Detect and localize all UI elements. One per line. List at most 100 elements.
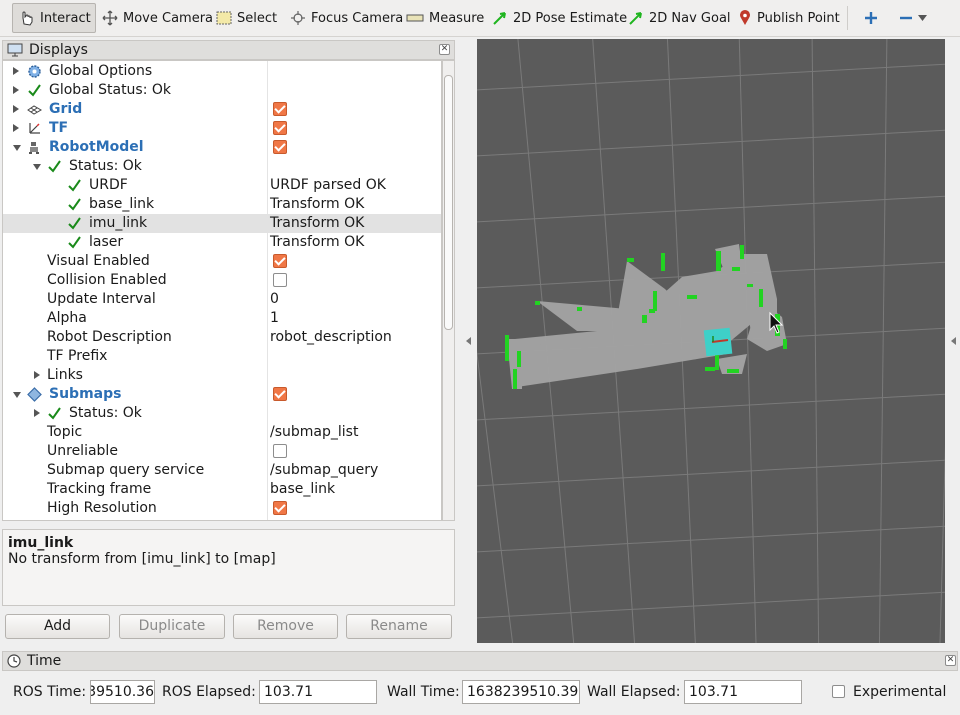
collapse-arrow-icon[interactable]	[33, 164, 41, 170]
unreliable-checkbox[interactable]	[273, 444, 287, 458]
high-resolution-checkbox[interactable]	[273, 501, 287, 515]
measure-tool-label: Measure	[429, 10, 485, 26]
ros-time-field[interactable]: 39510.36	[90, 680, 155, 704]
rename-display-button[interactable]: Rename	[346, 614, 452, 639]
displays-panel-header: Displays	[2, 40, 455, 60]
submaps-enabled-checkbox[interactable]	[273, 387, 287, 401]
tree-row-robot-description[interactable]: Robot Description robot_description	[3, 328, 441, 347]
collision-enabled-checkbox[interactable]	[273, 273, 287, 287]
tree-row-name: laser	[89, 234, 124, 250]
displays-scrollbar[interactable]	[442, 60, 455, 521]
tree-row-collision-enabled[interactable]: Collision Enabled	[3, 271, 441, 290]
experimental-label: Experimental	[853, 684, 947, 700]
tree-row-value[interactable]: /submap_query	[270, 461, 378, 480]
wall-elapsed-field[interactable]: 103.71	[684, 680, 802, 704]
tree-row-value: Transform OK	[270, 196, 365, 212]
tree-row-laser[interactable]: laser Transform OK	[3, 233, 441, 252]
tree-row-unreliable[interactable]: Unreliable	[3, 442, 441, 461]
tree-row-base-link[interactable]: base_link Transform OK	[3, 195, 441, 214]
tree-row-global-options[interactable]: Global Options	[3, 62, 441, 81]
checkmark-icon	[68, 179, 81, 192]
clock-icon	[7, 654, 21, 668]
pose-estimate-tool-button[interactable]: 2D Pose Estimate	[486, 3, 633, 33]
tree-row-name: Topic	[47, 424, 83, 440]
publish-point-tool-button[interactable]: Publish Point	[732, 3, 846, 33]
duplicate-display-button[interactable]: Duplicate	[119, 614, 225, 639]
tree-row-submap-query-service[interactable]: Submap query service /submap_query	[3, 461, 441, 480]
focus-camera-tool-button[interactable]: Focus Camera	[284, 3, 409, 33]
tree-row-name: URDF	[89, 177, 128, 193]
robot-icon	[29, 142, 39, 154]
collapse-arrow-icon[interactable]	[13, 145, 21, 151]
ros-elapsed-field[interactable]: 103.71	[259, 680, 377, 704]
add-display-button[interactable]: Add	[5, 614, 110, 639]
tree-row-imu-link[interactable]: imu_link Transform OK	[3, 214, 441, 233]
tree-row-tf-prefix[interactable]: TF Prefix	[3, 347, 441, 366]
nav-goal-tool-button[interactable]: 2D Nav Goal	[622, 3, 737, 33]
expand-arrow-icon[interactable]	[34, 409, 40, 417]
tree-row-value[interactable]: 0	[270, 290, 279, 309]
tree-row-value[interactable]: base_link	[270, 480, 335, 499]
nav-goal-tool-label: 2D Nav Goal	[649, 10, 731, 26]
scrollbar-thumb[interactable]	[444, 75, 453, 330]
tree-row-value: Transform OK	[270, 215, 365, 231]
close-time-panel-button[interactable]: ✕	[945, 655, 956, 666]
ros-time-label: ROS Time:	[13, 684, 87, 700]
tree-row-value[interactable]: 1	[270, 309, 279, 328]
interact-tool-button[interactable]: Interact	[12, 3, 96, 33]
tree-row-robot-status[interactable]: Status: Ok	[3, 157, 441, 176]
tree-row-alpha[interactable]: Alpha 1	[3, 309, 441, 328]
collapse-arrow-icon[interactable]	[13, 392, 21, 398]
green-arrow-icon	[629, 12, 642, 25]
scene-canvas	[477, 39, 945, 643]
tree-row-name: TF Prefix	[47, 348, 108, 364]
ros-elapsed-label: ROS Elapsed:	[162, 684, 256, 700]
expand-arrow-icon[interactable]	[13, 105, 19, 113]
robot-model-enabled-checkbox[interactable]	[273, 140, 287, 154]
tree-row-robot-model[interactable]: RobotModel	[3, 138, 441, 157]
tree-row-tracking-frame[interactable]: Tracking frame base_link	[3, 480, 441, 499]
close-displays-button[interactable]: ✕	[439, 44, 450, 55]
move-camera-tool-button[interactable]: Move Camera	[96, 3, 219, 33]
remove-display-button[interactable]: Remove	[233, 614, 338, 639]
add-tool-button[interactable]	[858, 3, 884, 33]
tree-row-name: Tracking frame	[47, 481, 152, 497]
experimental-checkbox[interactable]	[832, 685, 845, 698]
tree-row-global-status[interactable]: Global Status: Ok	[3, 81, 441, 100]
remove-tool-button[interactable]	[893, 3, 933, 33]
tree-row-high-resolution[interactable]: High Resolution	[3, 499, 441, 518]
tree-row-urdf[interactable]: URDF URDF parsed OK	[3, 176, 441, 195]
select-tool-label: Select	[237, 10, 278, 26]
measure-tool-button[interactable]: Measure	[400, 3, 490, 33]
publish-point-tool-label: Publish Point	[757, 10, 840, 26]
tree-row-topic[interactable]: Topic /submap_list	[3, 423, 441, 442]
tf-enabled-checkbox[interactable]	[273, 121, 287, 135]
tree-row-name: Visual Enabled	[47, 253, 150, 269]
tree-row-links[interactable]: Links	[3, 366, 441, 385]
tree-row-grid[interactable]: Grid	[3, 100, 441, 119]
tree-row-name: Global Options	[49, 63, 153, 79]
collapse-right-panel-icon[interactable]	[951, 337, 956, 345]
tree-row-value[interactable]: /submap_list	[270, 423, 358, 442]
expand-arrow-icon[interactable]	[13, 67, 19, 75]
expand-arrow-icon[interactable]	[13, 86, 19, 94]
visual-enabled-checkbox[interactable]	[273, 254, 287, 268]
expand-arrow-icon[interactable]	[13, 124, 19, 132]
tree-row-name: High Resolution	[47, 500, 157, 516]
grid-enabled-checkbox[interactable]	[273, 102, 287, 116]
minus-icon	[900, 16, 912, 20]
tree-row-tf[interactable]: TF	[3, 119, 441, 138]
tree-row-submaps[interactable]: Submaps	[3, 385, 441, 404]
tree-row-value: URDF parsed OK	[270, 177, 386, 193]
time-panel-title: Time	[27, 653, 62, 669]
plus-icon	[865, 12, 877, 24]
tree-row-update-interval[interactable]: Update Interval 0	[3, 290, 441, 309]
tree-row-submaps-status[interactable]: Status: Ok	[3, 404, 441, 423]
tree-row-visual-enabled[interactable]: Visual Enabled	[3, 252, 441, 271]
expand-arrow-icon[interactable]	[34, 371, 40, 379]
render-3d-view[interactable]	[477, 39, 945, 643]
select-tool-button[interactable]: Select	[210, 3, 283, 33]
wall-time-field[interactable]: 1638239510.39	[462, 680, 580, 704]
collapse-left-panel-icon[interactable]	[466, 337, 471, 345]
tree-row-value[interactable]: robot_description	[270, 328, 392, 347]
